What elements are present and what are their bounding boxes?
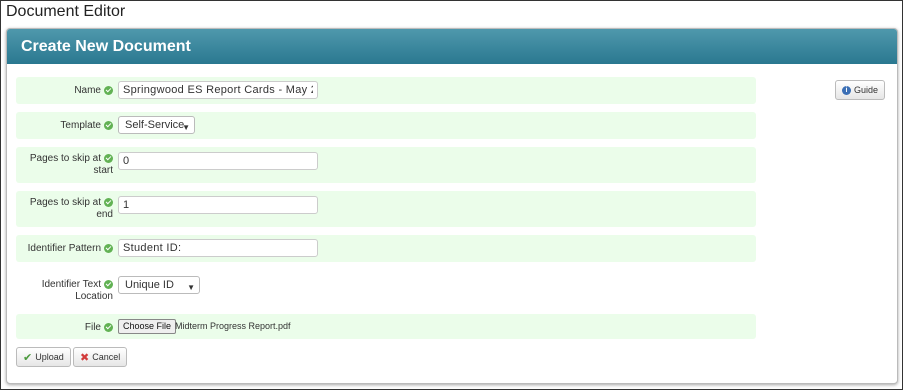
guide-label: Guide [854, 85, 879, 95]
identifier-pattern-label-text: Identifier Pattern [27, 243, 101, 254]
file-row: File Choose File Midterm Progress Report… [16, 314, 756, 339]
chevron-down-icon: ▼ [182, 123, 190, 132]
guide-button[interactable]: i Guide [835, 80, 886, 100]
identifier-location-label: Identifier Text Location [16, 279, 113, 303]
template-label: Template [16, 120, 113, 132]
file-label: File [16, 322, 113, 334]
skip-end-label-line1: Pages to skip at [29, 197, 101, 208]
identifier-location-select[interactable]: Unique ID ▼ [118, 276, 200, 294]
name-label: Name [16, 85, 113, 97]
panel-title: Create New Document [7, 29, 897, 64]
skip-start-label: Pages to skip at start [16, 153, 113, 177]
identifier-location-label-line1: Identifier Text [41, 279, 101, 290]
template-select-value: Self-Service [125, 119, 185, 131]
skip-end-label-line2: end [96, 209, 113, 220]
skip-start-input[interactable] [118, 152, 318, 170]
cancel-label: Cancel [92, 352, 121, 362]
check-circle-icon [104, 85, 113, 95]
check-circle-icon [104, 279, 113, 289]
template-select[interactable]: Self-Service ▼ [118, 116, 195, 134]
file-label-text: File [84, 322, 101, 333]
identifier-location-label-line2: Location [75, 291, 113, 302]
skip-start-label-line1: Pages to skip at [29, 153, 101, 164]
x-icon: ✖ [80, 351, 90, 364]
choose-file-button[interactable]: Choose File [118, 319, 177, 334]
skip-start-label-line2: start [93, 165, 113, 176]
cancel-button[interactable]: ✖ Cancel [73, 347, 128, 367]
name-row: Name [16, 77, 756, 104]
chevron-down-icon: ▼ [187, 283, 195, 292]
skip-start-row: Pages to skip at start [16, 147, 756, 183]
name-input[interactable] [118, 81, 318, 99]
name-label-text: Name [74, 85, 101, 96]
identifier-pattern-label: Identifier Pattern [16, 243, 113, 255]
checkmark-icon: ✔ [23, 351, 33, 364]
template-label-text: Template [60, 120, 101, 131]
upload-label: Upload [35, 352, 64, 362]
check-circle-icon [104, 153, 113, 163]
check-circle-icon [104, 243, 113, 253]
info-icon: i [842, 86, 851, 96]
upload-button[interactable]: ✔ Upload [16, 347, 71, 367]
template-row: Template Self-Service ▼ [16, 112, 756, 139]
check-circle-icon [104, 322, 113, 332]
app-window: Document Editor Create New Document i Gui… [0, 0, 903, 390]
create-document-panel: Create New Document iGuide Name Template… [6, 28, 898, 384]
skip-end-label: Pages to skip at end [16, 197, 113, 221]
window-title: Document Editor [6, 3, 126, 20]
identifier-pattern-row: Identifier Pattern [16, 235, 756, 262]
check-circle-icon [104, 197, 113, 207]
skip-end-input[interactable] [118, 196, 318, 214]
check-circle-icon [104, 120, 113, 130]
identifier-location-select-value: Unique ID [125, 279, 174, 291]
selected-file-name: Midterm Progress Report.pdf [175, 321, 291, 331]
skip-end-row: Pages to skip at end [16, 191, 756, 227]
identifier-pattern-input[interactable] [118, 239, 318, 257]
